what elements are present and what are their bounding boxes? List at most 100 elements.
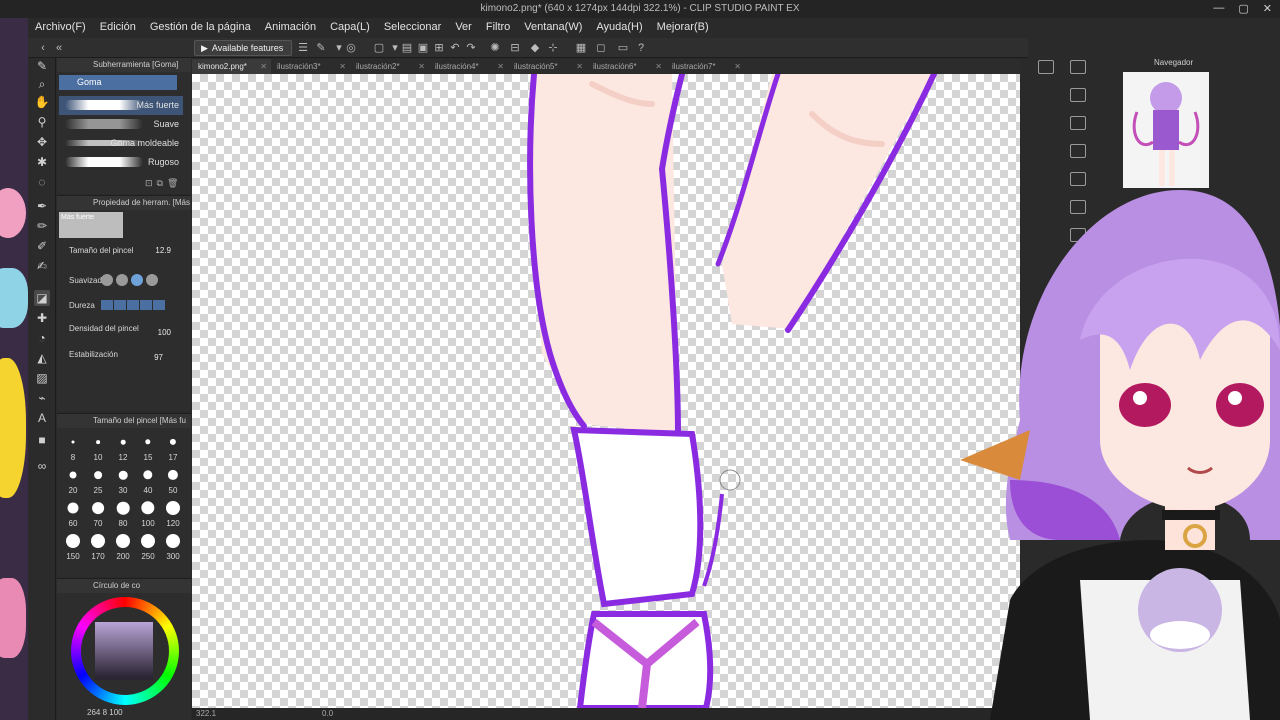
close-tab-icon[interactable]: ✕ (734, 62, 741, 71)
select-tool-icon[interactable]: ⊟ (508, 41, 522, 55)
auto-select-icon[interactable]: ✱ (34, 154, 50, 170)
brush-size-option[interactable]: 100 (136, 498, 160, 529)
tab-ilustracion7[interactable]: ilustración7* ✕ (666, 59, 745, 74)
move-icon[interactable]: ✥ (34, 134, 50, 150)
brush-settings-icon[interactable]: ✎ (314, 41, 328, 55)
brush-size-option[interactable]: 25 (86, 465, 110, 496)
brush-size-option[interactable]: 150 (61, 531, 85, 562)
transform-icon[interactable]: ◆ (528, 41, 542, 55)
brush-size-option[interactable]: 50 (161, 465, 185, 496)
close-tab-icon[interactable]: ✕ (576, 62, 583, 71)
panel-icon[interactable] (1070, 144, 1086, 158)
lasso-icon[interactable]: ◌ (34, 174, 50, 190)
menu-ventana[interactable]: Ventana(W) (517, 18, 589, 38)
menu-filtro[interactable]: Filtro (479, 18, 517, 38)
export-icon[interactable]: ⊞ (432, 41, 446, 55)
drawing-canvas[interactable] (192, 74, 1020, 708)
main-color-swatch[interactable]: ■ (34, 432, 50, 448)
eraser-icon[interactable]: ◪ (34, 290, 50, 306)
ruler-icon[interactable]: ◻ (594, 41, 608, 55)
blend-icon[interactable]: ◔ (34, 330, 50, 346)
chevron-left-icon[interactable]: ‹ (36, 41, 50, 55)
menu-mejorar[interactable]: Mejorar(B) (650, 18, 716, 38)
new-file-icon[interactable]: ▢ (372, 41, 386, 55)
saturation-value-box[interactable] (95, 622, 153, 680)
stabilization-value[interactable]: 97 (154, 353, 163, 362)
open-folder-icon[interactable]: ▤ (400, 41, 414, 55)
effect-icon[interactable]: ✺ (488, 41, 502, 55)
close-button[interactable]: ✕ (1263, 2, 1272, 15)
brush-item-goma-moldeable[interactable]: Goma moldeable (59, 134, 183, 153)
figure-icon[interactable]: ⌁ (34, 390, 50, 406)
hardness-slider[interactable] (101, 300, 165, 310)
brush-size-option[interactable]: 10 (86, 432, 110, 463)
brush-size-option[interactable]: 20 (61, 465, 85, 496)
tab-ilustracion3[interactable]: ilustración3* ✕ (271, 59, 350, 74)
subtool-tab-goma[interactable]: Goma (59, 75, 177, 90)
decoration-icon[interactable]: ✚ (34, 310, 50, 326)
tab-ilustracion2[interactable]: ilustración2* ✕ (350, 59, 429, 74)
hand-icon[interactable]: ✋ (34, 94, 50, 110)
airbrush-icon[interactable]: ✍ (34, 258, 50, 274)
brush-size-option[interactable]: 8 (61, 432, 85, 463)
menu-seleccionar[interactable]: Seleccionar (377, 18, 448, 38)
density-row[interactable]: Densidad del pincel 100 (69, 324, 189, 337)
brush-size-option[interactable]: 170 (86, 531, 110, 562)
chevron-left-icon[interactable]: « (52, 41, 66, 55)
menu-animacion[interactable]: Animación (258, 18, 323, 38)
panel-icon[interactable] (1070, 88, 1086, 102)
minimize-button[interactable]: — (1213, 2, 1224, 15)
brush-item-rugoso[interactable]: Rugoso (59, 153, 183, 172)
copy-subtool-icon[interactable]: ⧉ (157, 178, 163, 189)
close-tab-icon[interactable]: ✕ (418, 62, 425, 71)
maximize-button[interactable]: ▢ (1238, 2, 1248, 15)
available-features-button[interactable]: ▶ Available features (194, 40, 293, 56)
panel-icon[interactable] (1070, 116, 1086, 130)
close-panel-icon[interactable] (1038, 60, 1054, 74)
add-subtool-icon[interactable]: ⊡ (145, 178, 153, 189)
brush-size-option[interactable]: 15 (136, 432, 160, 463)
brush-size-option[interactable]: 250 (136, 531, 160, 562)
brush-size-option[interactable]: 70 (86, 498, 110, 529)
delete-subtool-icon[interactable]: 🗑 (167, 178, 178, 189)
marker-icon[interactable]: ✐ (34, 238, 50, 254)
close-tab-icon[interactable]: ✕ (339, 62, 346, 71)
view-icon[interactable]: ▭ (616, 41, 630, 55)
menu-archivo[interactable]: Archivo(F) (28, 18, 93, 38)
brush-size-option[interactable]: 12 (111, 432, 135, 463)
pen-icon[interactable]: ✒ (34, 198, 50, 214)
stabilization-row[interactable]: Estabilización 97 (69, 350, 189, 362)
fill-icon[interactable]: ◭ (34, 350, 50, 366)
close-tab-icon[interactable]: ✕ (655, 62, 662, 71)
density-value[interactable]: 100 (158, 328, 171, 337)
crop-icon[interactable]: ⊹ (546, 41, 560, 55)
redo-icon[interactable]: ↷ (464, 41, 478, 55)
tab-ilustracion5[interactable]: ilustración5* ✕ (508, 59, 587, 74)
smoothing-dot-selected[interactable] (131, 274, 143, 286)
brush-size-row[interactable]: Tamaño del pincel 12.9 (69, 246, 189, 255)
eyedropper-icon[interactable]: ⚲ (34, 114, 50, 130)
brush-size-option[interactable]: 300 (161, 531, 185, 562)
brush-size-option[interactable]: 40 (136, 465, 160, 496)
brush-size-option[interactable]: 120 (161, 498, 185, 529)
menu-ayuda[interactable]: Ayuda(H) (589, 18, 649, 38)
smoothing-dot[interactable] (116, 274, 128, 286)
tab-ilustracion6[interactable]: ilustración6* ✕ (587, 59, 666, 74)
gradient-icon[interactable]: ▨ (34, 370, 50, 386)
panel-icon[interactable] (1070, 60, 1086, 74)
navigator-thumbnail[interactable] (1123, 72, 1209, 188)
brush-size-value[interactable]: 12.9 (155, 246, 171, 255)
close-tab-icon[interactable]: ✕ (497, 62, 504, 71)
menu-icon[interactable]: ☰ (296, 41, 310, 55)
menu-capa[interactable]: Capa(L) (323, 18, 377, 38)
smoothing-options[interactable] (101, 274, 158, 286)
text-icon[interactable]: A (34, 410, 50, 426)
zoom-icon[interactable]: ⌕ (34, 76, 50, 92)
brush-size-option[interactable]: 30 (111, 465, 135, 496)
pencil-icon[interactable]: ✏ (34, 218, 50, 234)
zoom-value[interactable]: 322.1 (196, 709, 216, 718)
brush-icon[interactable]: ✎ (34, 58, 50, 74)
color-mode-icon[interactable]: ∞ (34, 458, 50, 474)
menu-edicion[interactable]: Edición (93, 18, 143, 38)
brush-item-suave[interactable]: Suave (59, 115, 183, 134)
